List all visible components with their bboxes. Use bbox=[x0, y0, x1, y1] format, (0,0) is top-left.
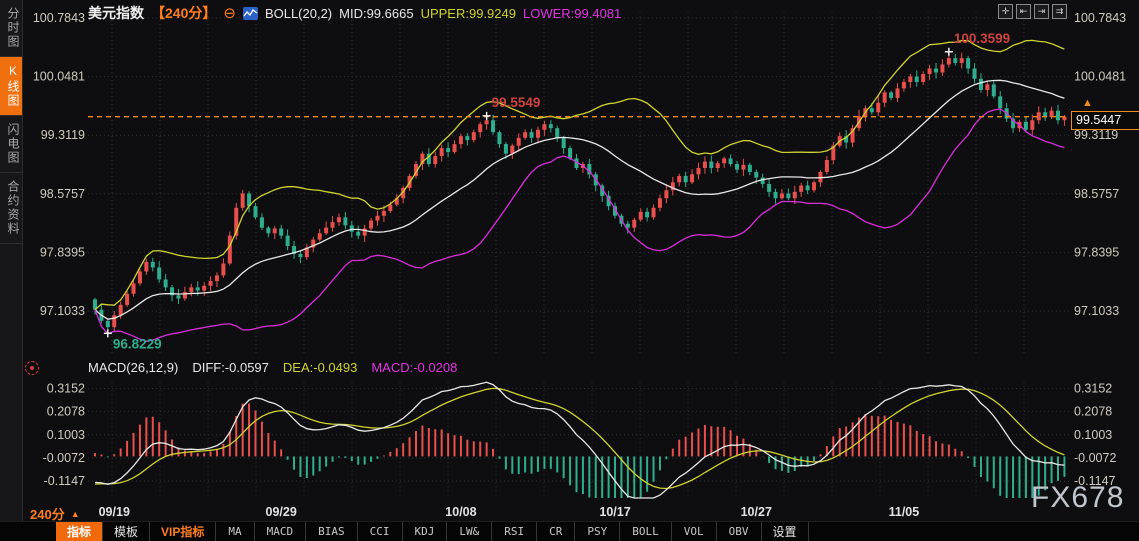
svg-text:-0.1147: -0.1147 bbox=[44, 474, 86, 488]
collapse-indicator-icon[interactable]: ⊖ bbox=[223, 6, 236, 21]
toolbar-item[interactable]: 设置 bbox=[762, 522, 809, 541]
boll-upper-value: UPPER:99.9249 bbox=[420, 5, 516, 21]
chart-window-controls: ✛ ⇤ ⇥ ⇉ bbox=[998, 4, 1067, 19]
svg-text:10/08: 10/08 bbox=[445, 505, 476, 519]
chevron-up-icon: ▲ bbox=[70, 509, 80, 519]
chart-type-sidebar: 分时图 K线图 闪电图 合约资料 bbox=[0, 0, 23, 541]
toolbar-item[interactable]: CCI bbox=[358, 522, 403, 541]
svg-text:97.1033: 97.1033 bbox=[1074, 304, 1119, 318]
svg-text:-0.0072: -0.0072 bbox=[1074, 451, 1116, 465]
toolbar-item[interactable]: MACD bbox=[255, 522, 307, 541]
boll-indicator-label: BOLL(20,2) bbox=[264, 5, 333, 21]
svg-text:100.3599: 100.3599 bbox=[954, 31, 1010, 46]
boll-lower-value: LOWER:99.4081 bbox=[522, 5, 622, 21]
toolbar-item[interactable]: OBV bbox=[717, 522, 762, 541]
svg-text:97.8395: 97.8395 bbox=[40, 245, 85, 259]
mini-chart-icon bbox=[242, 6, 258, 20]
svg-text:100.7843: 100.7843 bbox=[33, 11, 85, 25]
svg-text:100.0481: 100.0481 bbox=[33, 70, 85, 84]
toolbar-item[interactable]: MA bbox=[216, 522, 255, 541]
svg-text:0.2078: 0.2078 bbox=[1074, 405, 1112, 419]
symbol-title: 美元指数 bbox=[88, 5, 144, 21]
svg-text:98.5757: 98.5757 bbox=[1074, 187, 1119, 201]
macd-params-label: MACD(26,12,9) bbox=[88, 360, 179, 375]
toolbar-item[interactable]: VIP指标 bbox=[150, 522, 217, 541]
svg-text:0.1003: 0.1003 bbox=[1074, 428, 1112, 442]
toolbar-item[interactable]: LW& bbox=[447, 522, 493, 541]
fx678-watermark: FX678 bbox=[1031, 481, 1125, 514]
svg-text:0.1003: 0.1003 bbox=[47, 428, 85, 442]
macd-header: MACD(26,12,9) DIFF:-0.0597 DEA:-0.0493 M… bbox=[88, 360, 457, 375]
svg-text:99.3119: 99.3119 bbox=[41, 128, 85, 142]
boll-mid-value: MID:99.6665 bbox=[339, 5, 414, 21]
period-selector-label: 240分 bbox=[30, 507, 65, 522]
grid bbox=[88, 12, 1069, 498]
sidebar-tab-item[interactable]: 闪电图 bbox=[0, 116, 22, 173]
toolbar-item[interactable]: CR bbox=[537, 522, 576, 541]
toolbar-item[interactable]: BIAS bbox=[306, 522, 358, 541]
toolbar-item[interactable]: 指标 bbox=[56, 522, 104, 541]
svg-text:100.7843: 100.7843 bbox=[1074, 11, 1126, 25]
axis-labels: 100.7843 100.7843 100.0481 100.0481 99.3119 9… bbox=[33, 11, 1126, 519]
svg-text:09/29: 09/29 bbox=[266, 505, 297, 519]
scale-right-icon[interactable]: ⇥ bbox=[1034, 4, 1049, 19]
sidebar-tab-item[interactable]: 合约资料 bbox=[0, 173, 22, 244]
macd-diff-value: DIFF:-0.0597 bbox=[192, 360, 269, 375]
last-price-box: 99.5447 bbox=[1071, 111, 1139, 130]
pan-right-icon[interactable]: ⇉ bbox=[1052, 4, 1067, 19]
period-label[interactable]: 【240分】 bbox=[151, 3, 216, 23]
svg-text:0.3152: 0.3152 bbox=[1074, 381, 1112, 395]
indicator-toolbar: 指标 模板 VIP指标 MA MACD BIAS CCI KDJ LW& RSI CR PSY BOLL… bbox=[0, 521, 1139, 541]
svg-text:97.1033: 97.1033 bbox=[40, 304, 85, 318]
macd-pane bbox=[94, 381, 1066, 499]
svg-text:99.3119: 99.3119 bbox=[1074, 128, 1118, 142]
price-marker-arrow-icon: ▲ bbox=[1082, 97, 1093, 109]
svg-text:96.8229: 96.8229 bbox=[113, 336, 162, 351]
toolbar-item[interactable]: PSY bbox=[575, 522, 621, 541]
macd-dea-value: DEA:-0.0493 bbox=[282, 360, 358, 375]
chart-plot-area[interactable]: 100.7843 100.7843100.0481 100.048199.3119 9… bbox=[0, 0, 1139, 541]
toolbar-item[interactable]: VOL bbox=[672, 522, 717, 541]
svg-text:99.5549: 99.5549 bbox=[492, 95, 541, 110]
svg-text:11/05: 11/05 bbox=[889, 505, 920, 519]
svg-text:100.0481: 100.0481 bbox=[1074, 70, 1126, 84]
svg-text:0.2078: 0.2078 bbox=[47, 405, 85, 419]
sidebar-tab-item[interactable]: 分时图 bbox=[0, 0, 22, 57]
svg-text:10/27: 10/27 bbox=[741, 505, 772, 519]
sidebar-tab-active[interactable]: K线图 bbox=[0, 57, 22, 116]
toolbar-item[interactable]: BOLL bbox=[620, 522, 672, 541]
chart-header: 美元指数 【240分】 ⊖ BOLL(20,2) MID:99.6665 UPP… bbox=[88, 4, 621, 22]
svg-text:-0.0072: -0.0072 bbox=[43, 451, 85, 465]
toolbar-item[interactable]: KDJ bbox=[403, 522, 448, 541]
svg-text:97.8395: 97.8395 bbox=[1074, 245, 1119, 259]
svg-text:10/17: 10/17 bbox=[599, 505, 630, 519]
trading-app-window: 100.7843 100.7843 100.0481 100.0481 99.3119 9… bbox=[0, 0, 1139, 541]
macd-macd-value: MACD:-0.0208 bbox=[371, 360, 458, 375]
toolbar-item[interactable]: 模板 bbox=[103, 522, 151, 541]
scale-left-icon[interactable]: ⇤ bbox=[1016, 4, 1031, 19]
toolbar-item[interactable]: RSI bbox=[492, 522, 538, 541]
alarm-record-icon[interactable] bbox=[25, 361, 39, 375]
svg-text:98.5757: 98.5757 bbox=[40, 187, 85, 201]
crosshair-icon[interactable]: ✛ bbox=[998, 4, 1013, 19]
svg-text:0.3152: 0.3152 bbox=[47, 381, 85, 395]
svg-text:09/19: 09/19 bbox=[99, 505, 130, 519]
candlestick-series bbox=[93, 39, 1067, 342]
